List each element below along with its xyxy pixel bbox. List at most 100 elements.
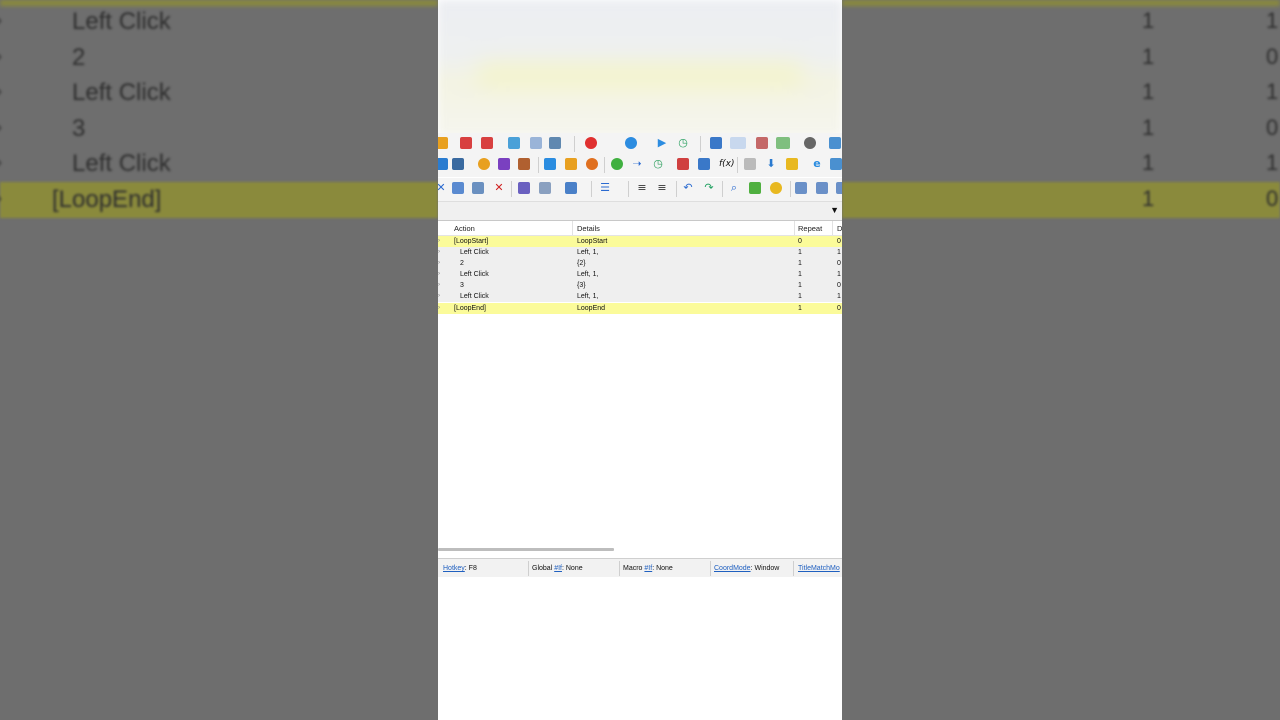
- new-icon[interactable]: [438, 137, 448, 149]
- select-icon[interactable]: [518, 182, 530, 194]
- background-repeat-value: 1: [1142, 115, 1155, 140]
- background-row: › 2: [0, 40, 438, 76]
- table-row[interactable]: › 3 {3} 1 0: [438, 280, 842, 291]
- table-row[interactable]: › Left Click Left, 1, 1 1: [438, 269, 842, 280]
- background-row: 1 1: [842, 75, 1280, 111]
- arrow-icon[interactable]: ➝: [631, 158, 643, 170]
- coordmode-link[interactable]: CoordMode: [714, 565, 751, 572]
- row-repeat: 1: [798, 260, 802, 267]
- chevron-right-icon: ›: [0, 10, 2, 31]
- background-repeat-value: 1: [1142, 8, 1155, 33]
- image-icon[interactable]: [565, 158, 577, 170]
- table-row[interactable]: › 2 {2} 1 0: [438, 258, 842, 269]
- row-details: Left, 1,: [577, 271, 599, 278]
- monitor-icon[interactable]: [829, 137, 841, 149]
- background-delay-value: 0: [1266, 186, 1279, 211]
- comment-icon[interactable]: [498, 158, 510, 170]
- list-icon[interactable]: [539, 182, 551, 194]
- window-icon[interactable]: [836, 182, 842, 194]
- macro-selector[interactable]: ▼: [438, 201, 842, 221]
- column-action[interactable]: Action: [454, 224, 475, 233]
- horizontal-scrollbar[interactable]: [438, 548, 614, 551]
- search-icon[interactable]: ⌕: [728, 182, 740, 194]
- paste-icon[interactable]: [472, 182, 484, 194]
- window-icon[interactable]: [438, 158, 448, 170]
- background-row-label: 2: [72, 44, 86, 71]
- align-icon[interactable]: ≡: [656, 182, 668, 194]
- calculator-icon[interactable]: [452, 158, 464, 170]
- titlematchmode-link[interactable]: TitleMatchMo: [798, 565, 840, 572]
- window-icon[interactable]: [698, 158, 710, 170]
- chevron-right-icon: ›: [438, 305, 440, 311]
- record-icon[interactable]: [585, 137, 597, 149]
- copy-icon[interactable]: [452, 182, 464, 194]
- download-icon[interactable]: ⬇: [765, 158, 777, 170]
- timer-icon[interactable]: ◷: [652, 158, 664, 170]
- row-action: Left Click: [460, 293, 489, 300]
- align-icon[interactable]: ≡: [636, 182, 648, 194]
- global-label: Global: [532, 565, 555, 572]
- background-delay-value: 1: [1266, 79, 1279, 104]
- cut-icon[interactable]: ✕: [438, 182, 447, 194]
- play-icon[interactable]: ▶: [656, 137, 668, 149]
- pause-icon[interactable]: [478, 158, 490, 170]
- settings-icon[interactable]: [586, 158, 598, 170]
- window-icon[interactable]: [544, 158, 556, 170]
- coordmode-value: : Window: [750, 565, 780, 572]
- table-row[interactable]: › Left Click Left, 1, 1 1: [438, 247, 842, 258]
- window-icon[interactable]: [730, 137, 746, 149]
- delete-icon[interactable]: ✕: [493, 182, 505, 194]
- window-icon[interactable]: [530, 137, 542, 149]
- global-if-link[interactable]: #If: [554, 565, 562, 572]
- mail-icon[interactable]: [744, 158, 756, 170]
- chevron-right-icon: ›: [438, 260, 440, 266]
- row-action: 3: [460, 282, 464, 289]
- hourglass-icon[interactable]: [518, 158, 530, 170]
- window-icon[interactable]: [710, 137, 722, 149]
- chevron-right-icon: ›: [438, 238, 440, 244]
- list-icon[interactable]: ☰: [599, 182, 611, 194]
- background-row: 1 0: [842, 111, 1280, 147]
- folder-icon[interactable]: [786, 158, 798, 170]
- mouse-icon[interactable]: [508, 137, 520, 149]
- play-icon[interactable]: [625, 137, 637, 149]
- monitor-icon[interactable]: [830, 158, 842, 170]
- redo-icon[interactable]: ↷: [703, 182, 715, 194]
- power-icon[interactable]: [804, 137, 816, 149]
- color-icon[interactable]: [770, 182, 782, 194]
- ie-icon[interactable]: e: [811, 158, 823, 170]
- table-row[interactable]: › Left Click Left, 1, 1 1: [438, 291, 842, 302]
- calendar-x-icon[interactable]: [481, 137, 493, 149]
- undo-icon[interactable]: ↶: [682, 182, 694, 194]
- loop-icon[interactable]: [611, 158, 623, 170]
- add-icon[interactable]: [795, 182, 807, 194]
- image-icon[interactable]: [756, 137, 768, 149]
- copy-icon[interactable]: [565, 182, 577, 194]
- flow-icon[interactable]: [677, 158, 689, 170]
- chevron-down-icon[interactable]: ▼: [830, 205, 839, 215]
- background-row: › Left Click: [0, 146, 438, 182]
- toolbar-main: ▶ ◷: [438, 133, 842, 156]
- macro-action-list[interactable]: Action Details Repeat D › [LoopStart] Lo…: [438, 221, 842, 545]
- remove-icon[interactable]: [816, 182, 828, 194]
- toggle-icon[interactable]: [776, 137, 790, 149]
- timer-icon[interactable]: ◷: [677, 137, 689, 149]
- calendar-icon[interactable]: [460, 137, 472, 149]
- background-delay-value: 0: [1266, 44, 1279, 69]
- row-delay: 1: [837, 249, 841, 256]
- gear-icon[interactable]: [549, 137, 561, 149]
- column-delay[interactable]: D: [837, 224, 842, 233]
- table-row[interactable]: › [LoopEnd] LoopEnd 1 0: [438, 303, 842, 314]
- chevron-right-icon: ›: [438, 249, 440, 255]
- hotkey-value: : F8: [464, 565, 477, 572]
- column-details[interactable]: Details: [577, 224, 600, 233]
- comment-icon[interactable]: [749, 182, 761, 194]
- background-row: › Left Click: [0, 4, 438, 40]
- row-delay: 0: [837, 305, 841, 312]
- column-repeat[interactable]: Repeat: [798, 224, 822, 233]
- row-action: [LoopStart]: [454, 238, 489, 245]
- table-row[interactable]: › [LoopStart] LoopStart 0 0: [438, 236, 842, 247]
- background-row: 1 0: [842, 40, 1280, 76]
- hotkey-link[interactable]: Hotkey: [443, 565, 465, 572]
- function-icon[interactable]: f(x): [719, 158, 735, 170]
